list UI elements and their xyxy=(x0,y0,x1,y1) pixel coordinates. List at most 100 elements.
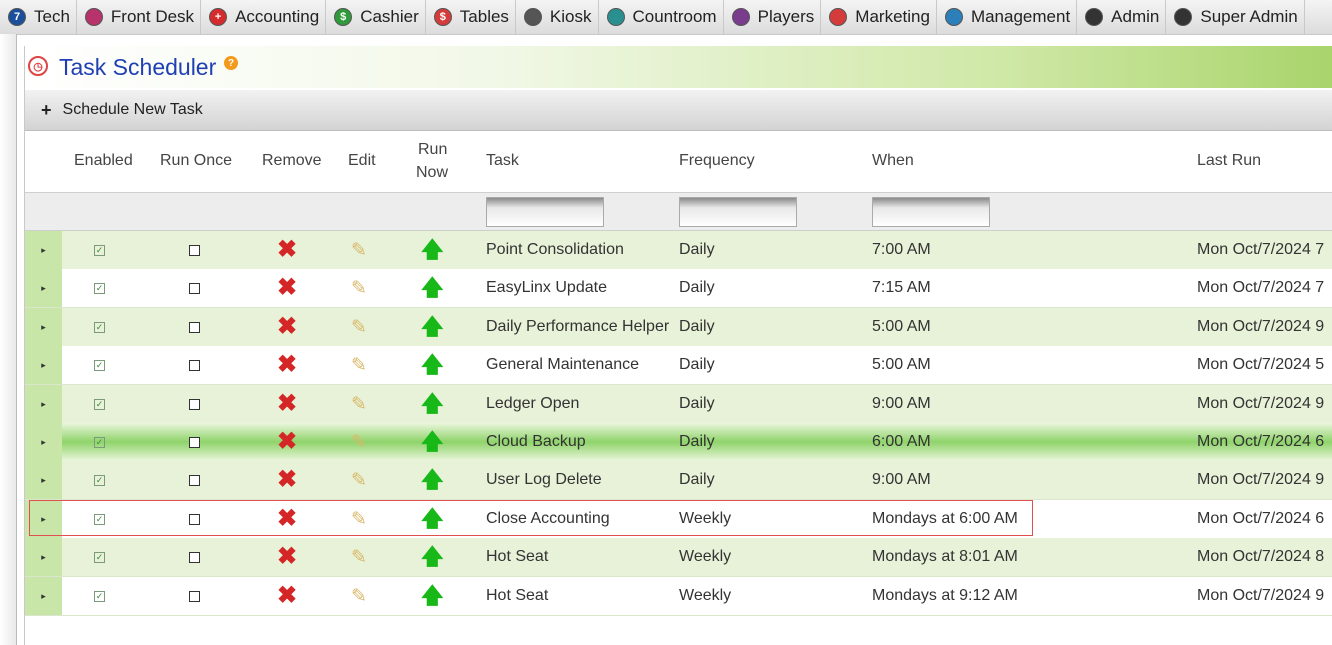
enabled-checkbox[interactable]: ✓ xyxy=(94,398,105,410)
nav-item-cashier[interactable]: $ Cashier xyxy=(326,0,426,34)
table-row[interactable]: ▸ ✓ ✖ ✎ 🡅 User Log Delete Daily 9:00 AM Mon Oct/… xyxy=(25,461,1332,500)
run-now-arrow-icon[interactable]: 🡅 xyxy=(421,393,444,415)
nav-item-super-admin[interactable]: Super Admin xyxy=(1166,0,1305,34)
table-row[interactable]: ▸ ✓ ✖ ✎ 🡅 EasyLinx Update Daily 7:15 AM Mon Oct/… xyxy=(25,269,1332,308)
help-icon[interactable]: ? xyxy=(224,56,238,70)
run-now-arrow-icon[interactable]: 🡅 xyxy=(421,431,444,453)
enabled-checkbox[interactable]: ✓ xyxy=(94,590,105,602)
edit-pencil-icon[interactable]: ✎ xyxy=(351,433,367,452)
edit-pencil-icon[interactable]: ✎ xyxy=(351,548,367,567)
nav-item-management[interactable]: Management xyxy=(937,0,1078,34)
remove-x-icon[interactable]: ✖ xyxy=(277,468,297,492)
column-header-run-now-line1[interactable]: Run xyxy=(418,141,447,159)
run-now-arrow-icon[interactable]: 🡅 xyxy=(421,546,444,568)
edit-pencil-icon[interactable]: ✎ xyxy=(351,395,367,414)
enabled-checkbox[interactable]: ✓ xyxy=(94,244,105,256)
nav-item-players[interactable]: Players xyxy=(724,0,822,34)
remove-x-icon[interactable]: ✖ xyxy=(277,238,297,262)
nav-item-tables[interactable]: $ Tables xyxy=(426,0,516,34)
nav-item-accounting[interactable]: + Accounting xyxy=(201,0,327,34)
remove-x-icon[interactable]: ✖ xyxy=(277,353,297,377)
column-header-enabled[interactable]: Enabled xyxy=(74,152,133,170)
remove-x-icon[interactable]: ✖ xyxy=(277,507,297,531)
run-now-arrow-icon[interactable]: 🡅 xyxy=(421,277,444,299)
table-row[interactable]: ▸ ✓ ✖ ✎ 🡅 Cloud Backup Daily 6:00 AM Mon Oct/7/2… xyxy=(25,423,1332,462)
row-expander-icon[interactable]: ▸ xyxy=(25,500,62,538)
run-now-arrow-icon[interactable]: 🡅 xyxy=(421,469,444,491)
run-once-checkbox[interactable] xyxy=(189,590,200,602)
column-header-last-run[interactable]: Last Run xyxy=(1197,152,1261,170)
column-header-run-now-line2[interactable]: Now xyxy=(416,164,448,182)
row-expander-icon[interactable]: ▸ xyxy=(25,577,62,615)
column-header-when[interactable]: When xyxy=(872,152,914,170)
run-once-cell xyxy=(189,577,200,615)
row-expander-icon[interactable]: ▸ xyxy=(25,269,62,307)
remove-x-icon[interactable]: ✖ xyxy=(277,392,297,416)
run-once-checkbox[interactable] xyxy=(189,244,200,256)
enabled-checkbox[interactable]: ✓ xyxy=(94,513,105,525)
enabled-checkbox[interactable]: ✓ xyxy=(94,436,105,448)
remove-x-icon[interactable]: ✖ xyxy=(277,430,297,454)
edit-pencil-icon[interactable]: ✎ xyxy=(351,318,367,337)
run-now-arrow-icon[interactable]: 🡅 xyxy=(421,239,444,261)
run-once-checkbox[interactable] xyxy=(189,359,200,371)
enabled-checkbox[interactable]: ✓ xyxy=(94,474,105,486)
frequency-filter-input[interactable] xyxy=(679,197,797,227)
when-filter-input[interactable] xyxy=(872,197,990,227)
column-header-task[interactable]: Task xyxy=(486,152,519,170)
table-row[interactable]: ▸ ✓ ✖ ✎ 🡅 Hot Seat Weekly Mondays at 8:01 AM Mon… xyxy=(25,538,1332,577)
nav-item-tech[interactable]: 7 Tech xyxy=(0,0,77,34)
nav-item-countroom[interactable]: Countroom xyxy=(599,0,724,34)
edit-pencil-icon[interactable]: ✎ xyxy=(351,241,367,260)
edit-pencil-icon[interactable]: ✎ xyxy=(351,356,367,375)
column-header-run-once[interactable]: Run Once xyxy=(160,152,232,170)
column-header-remove[interactable]: Remove xyxy=(262,152,322,170)
column-header-frequency[interactable]: Frequency xyxy=(679,152,755,170)
nav-item-kiosk[interactable]: Kiosk xyxy=(516,0,599,34)
table-row[interactable]: ▸ ✓ ✖ ✎ 🡅 Close Accounting Weekly Mondays at 6:… xyxy=(25,500,1332,539)
run-once-checkbox[interactable] xyxy=(189,436,200,448)
remove-x-icon[interactable]: ✖ xyxy=(277,545,297,569)
enabled-checkbox[interactable]: ✓ xyxy=(94,551,105,563)
nav-item-front-desk[interactable]: Front Desk xyxy=(77,0,202,34)
table-row[interactable]: ▸ ✓ ✖ ✎ 🡅 Point Consolidation Daily 7:00 AM Mon … xyxy=(25,231,1332,270)
run-now-cell: 🡅 xyxy=(421,500,444,538)
enabled-checkbox[interactable]: ✓ xyxy=(94,359,105,371)
table-row[interactable]: ▸ ✓ ✖ ✎ 🡅 Hot Seat Weekly Mondays at 9:12 AM Mon… xyxy=(25,577,1332,616)
run-once-checkbox[interactable] xyxy=(189,282,200,294)
run-now-arrow-icon[interactable]: 🡅 xyxy=(421,585,444,607)
row-expander-icon[interactable]: ▸ xyxy=(25,423,62,461)
enabled-checkbox[interactable]: ✓ xyxy=(94,282,105,294)
table-row[interactable]: ▸ ✓ ✖ ✎ 🡅 General Maintenance Daily 5:00 AM Mon … xyxy=(25,346,1332,385)
run-once-checkbox[interactable] xyxy=(189,474,200,486)
row-expander-icon[interactable]: ▸ xyxy=(25,385,62,423)
task-filter-input[interactable] xyxy=(486,197,604,227)
row-expander-icon[interactable]: ▸ xyxy=(25,308,62,346)
edit-pencil-icon[interactable]: ✎ xyxy=(351,587,367,606)
row-expander-icon[interactable]: ▸ xyxy=(25,346,62,384)
row-expander-icon[interactable]: ▸ xyxy=(25,538,62,576)
table-row[interactable]: ▸ ✓ ✖ ✎ 🡅 Daily Performance Helper Daily 5:00 A… xyxy=(25,308,1332,347)
nav-item-marketing[interactable]: Marketing xyxy=(821,0,937,34)
edit-pencil-icon[interactable]: ✎ xyxy=(351,279,367,298)
row-expander-icon[interactable]: ▸ xyxy=(25,461,62,499)
run-now-arrow-icon[interactable]: 🡅 xyxy=(421,316,444,338)
enabled-checkbox[interactable]: ✓ xyxy=(94,321,105,333)
run-once-checkbox[interactable] xyxy=(189,398,200,410)
remove-x-icon[interactable]: ✖ xyxy=(277,584,297,608)
schedule-new-task-button[interactable]: + Schedule New Task xyxy=(41,100,203,121)
run-once-checkbox[interactable] xyxy=(189,321,200,333)
table-row[interactable]: ▸ ✓ ✖ ✎ 🡅 Ledger Open Daily 9:00 AM Mon Oct/7/20… xyxy=(25,385,1332,424)
row-expander-icon[interactable]: ▸ xyxy=(25,231,62,269)
run-now-arrow-icon[interactable]: 🡅 xyxy=(421,354,444,376)
run-once-checkbox[interactable] xyxy=(189,513,200,525)
edit-pencil-icon[interactable]: ✎ xyxy=(351,471,367,490)
run-now-arrow-icon[interactable]: 🡅 xyxy=(421,508,444,530)
run-once-checkbox[interactable] xyxy=(189,551,200,563)
task-when: 9:00 AM xyxy=(872,395,931,412)
remove-x-icon[interactable]: ✖ xyxy=(277,276,297,300)
column-header-edit[interactable]: Edit xyxy=(348,152,376,170)
edit-pencil-icon[interactable]: ✎ xyxy=(351,510,367,529)
remove-x-icon[interactable]: ✖ xyxy=(277,315,297,339)
nav-item-admin[interactable]: Admin xyxy=(1077,0,1167,34)
